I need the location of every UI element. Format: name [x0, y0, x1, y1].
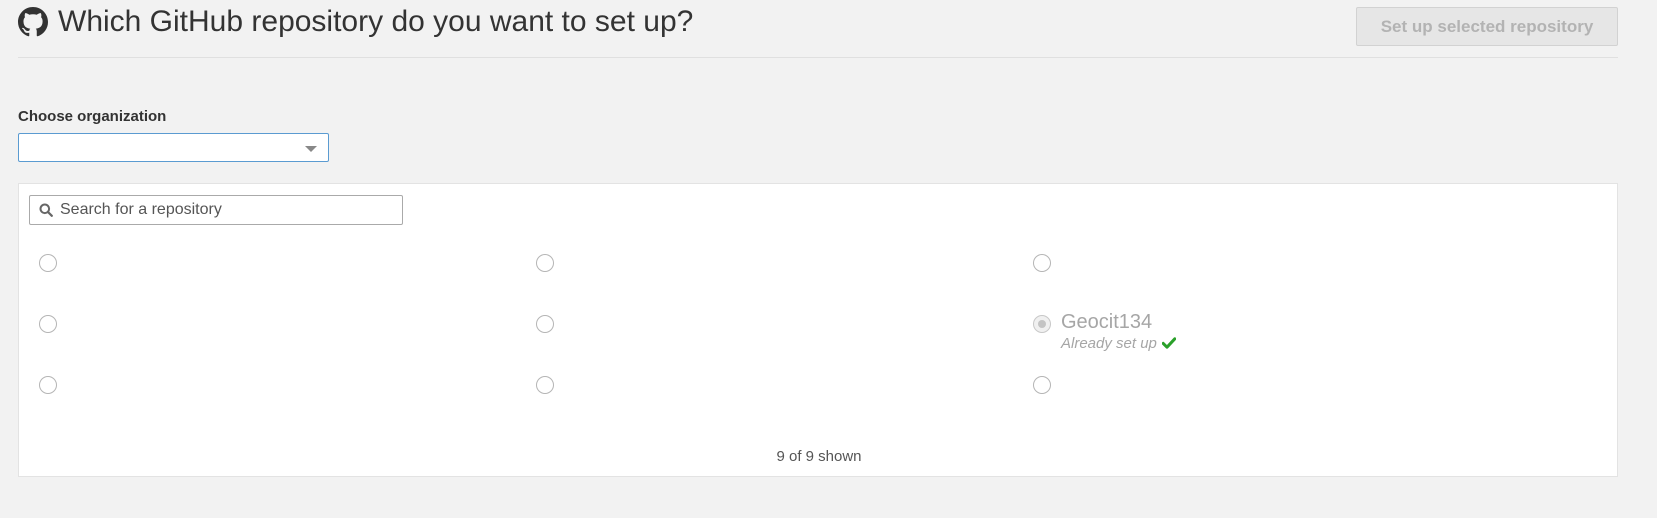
- shown-count: 9 of 9 shown: [776, 448, 862, 465]
- repository-option[interactable]: [536, 315, 1016, 363]
- repository-option[interactable]: [536, 254, 1016, 302]
- chevron-down-icon: [305, 146, 317, 152]
- check-icon: [1161, 337, 1176, 349]
- repository-option[interactable]: [39, 315, 519, 363]
- page-title: Which GitHub repository do you want to s…: [58, 5, 694, 38]
- organization-select[interactable]: [18, 133, 329, 162]
- repository-radio[interactable]: [536, 254, 554, 272]
- repository-radio[interactable]: [536, 376, 554, 394]
- repository-status-text: Already set up: [1061, 335, 1157, 352]
- search-box[interactable]: [29, 195, 403, 225]
- repository-radio[interactable]: [536, 315, 554, 333]
- repository-panel: Geocit134 Already set up 9 of 9 shown: [18, 183, 1618, 477]
- repository-status: Already set up: [1061, 335, 1176, 352]
- repository-radio[interactable]: [1033, 376, 1051, 394]
- repository-option[interactable]: [1033, 254, 1513, 302]
- search-input[interactable]: [60, 196, 400, 224]
- repository-radio[interactable]: [39, 315, 57, 333]
- choose-organization-label: Choose organization: [18, 108, 167, 125]
- github-icon: [18, 7, 48, 37]
- repository-radio[interactable]: [1033, 254, 1051, 272]
- repository-option[interactable]: [536, 376, 1016, 424]
- repository-radio-disabled: [1033, 315, 1051, 333]
- repository-option[interactable]: [39, 254, 519, 302]
- page-header: Which GitHub repository do you want to s…: [18, 0, 1618, 58]
- repository-radio[interactable]: [39, 254, 57, 272]
- search-icon: [39, 203, 53, 217]
- repository-radio[interactable]: [39, 376, 57, 394]
- repository-name: Geocit134: [1061, 311, 1153, 333]
- repository-option-disabled: Geocit134 Already set up: [1033, 311, 1513, 363]
- setup-selected-repository-button[interactable]: Set up selected repository: [1356, 7, 1618, 46]
- repository-option[interactable]: [1033, 376, 1513, 424]
- repository-option[interactable]: [39, 376, 519, 424]
